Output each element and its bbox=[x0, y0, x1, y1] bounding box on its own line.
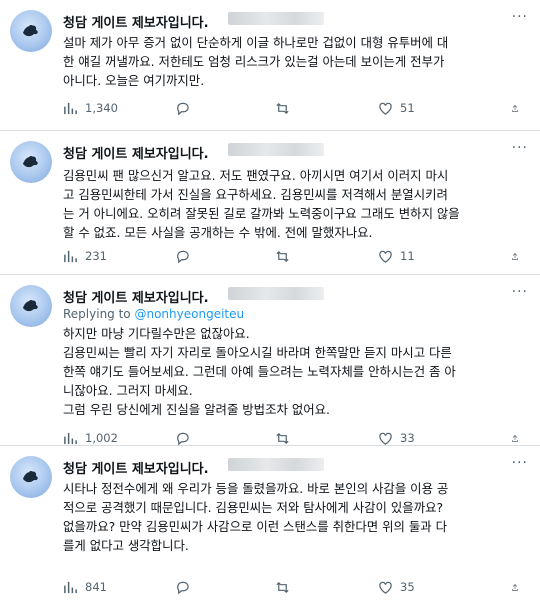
author-name[interactable]: 청담 게이트 제보자입니다. bbox=[63, 287, 209, 306]
author-name[interactable]: 청담 게이트 제보자입니다. bbox=[63, 12, 209, 31]
tweet-text-line: 한 얘길 꺼낼까요. 저한테도 엄청 리스크가 있는걸 아는데 보이는게 전부가 bbox=[63, 54, 445, 69]
author-name[interactable]: 청담 게이트 제보자입니다. bbox=[63, 143, 209, 162]
views-count: 841 bbox=[85, 580, 107, 594]
reply-icon bbox=[177, 432, 189, 445]
like-count: 51 bbox=[400, 101, 415, 115]
share-button[interactable] bbox=[511, 430, 526, 446]
reply-button[interactable] bbox=[175, 248, 197, 264]
reply-icon bbox=[177, 250, 189, 263]
retweet-button[interactable] bbox=[275, 579, 297, 595]
like-count: 11 bbox=[400, 249, 415, 263]
retweet-icon bbox=[276, 250, 289, 262]
more-options-icon[interactable]: ··· bbox=[512, 9, 528, 25]
tweet-text-line: 고 김용민씨한테 가서 진실을 요구하세요. 김용민씨를 저격해서 분열시키려 bbox=[63, 187, 448, 202]
reply-mention-link[interactable]: @nonhyeongeiteu bbox=[134, 307, 244, 321]
retweet-icon bbox=[276, 432, 289, 444]
tweet-text: 김용민씨 팬 많으신거 알고요. 저도 팬였구요. 아끼시면 여기서 이러지 마… bbox=[63, 166, 525, 242]
retweet-button[interactable] bbox=[275, 248, 297, 264]
share-button[interactable] bbox=[511, 248, 526, 264]
more-options-icon[interactable]: ··· bbox=[512, 455, 528, 471]
author-name[interactable]: 청담 게이트 제보자입니다. bbox=[63, 458, 209, 477]
avatar[interactable] bbox=[10, 285, 52, 327]
tweet-text-line: 할 수 없죠. 모든 사실을 공개하는 수 밖에. 전에 말했자나요. bbox=[63, 225, 373, 240]
tweet-text-line: 하지만 마냥 기다릴수만은 없잖아요. bbox=[63, 326, 250, 341]
heart-icon bbox=[379, 432, 392, 445]
author-handle-redacted bbox=[228, 287, 324, 300]
like-button[interactable]: 35 bbox=[378, 579, 415, 595]
views-button[interactable]: 231 bbox=[63, 248, 107, 264]
tweet-text: 시타나 정전수에게 왜 우리가 등을 돌렸을까요. 바로 본인의 사감을 이용 … bbox=[63, 479, 525, 555]
retweet-icon bbox=[276, 581, 289, 593]
views-icon bbox=[64, 102, 77, 114]
tweet[interactable]: 청담 게이트 제보자입니다. ··· 김용민씨 팬 많으신거 알고요. 저도 팬… bbox=[0, 131, 540, 274]
heart-icon bbox=[379, 102, 392, 115]
avatar[interactable] bbox=[10, 456, 52, 498]
share-button[interactable] bbox=[511, 100, 526, 116]
reply-button[interactable] bbox=[175, 100, 197, 116]
tweet-actions: 1,340 51 bbox=[63, 100, 533, 116]
tweet-text: 하지만 마냥 기다릴수만은 없잖아요. 김용민씨는 빨리 자기 자리로 돌아오시… bbox=[63, 324, 525, 419]
retweet-icon bbox=[276, 102, 289, 114]
replying-to: Replying to @nonhyeongeiteu bbox=[63, 307, 244, 321]
views-icon bbox=[64, 432, 77, 444]
tweet-text-line: 를게 없다고 생각합니다. bbox=[63, 538, 189, 553]
tweet[interactable]: 청담 게이트 제보자입니다. ··· 설마 제가 아무 증거 없이 단순하게 이… bbox=[0, 0, 540, 130]
author-handle-redacted bbox=[228, 12, 324, 25]
author-handle-redacted bbox=[228, 143, 324, 156]
like-button[interactable]: 51 bbox=[378, 100, 415, 116]
views-button[interactable]: 1,002 bbox=[63, 430, 118, 446]
tweet-text-line: 김용민씨는 빨리 자기 자리로 돌아오시길 바라며 한쪽말만 듣지 마시고 다른 bbox=[63, 345, 452, 360]
reply-button[interactable] bbox=[175, 430, 197, 446]
tweet-text-line: 없을까요? 만약 김용민씨가 사감으로 이런 스탠스를 취한다면 위의 둘과 다 bbox=[63, 519, 448, 534]
more-options-icon[interactable]: ··· bbox=[512, 284, 528, 300]
retweet-button[interactable] bbox=[275, 100, 297, 116]
tweet-text-line: 적으로 공격했기 때문입니다. 김용민씨는 저와 탐사에게 사감이 있을까요? bbox=[63, 500, 444, 515]
retweet-button[interactable] bbox=[275, 430, 297, 446]
heart-icon bbox=[379, 581, 392, 594]
tweet-text-line: 그럼 우린 당신에게 진실을 알려줄 방법조차 없어요. bbox=[63, 402, 330, 417]
views-count: 231 bbox=[85, 249, 107, 263]
avatar-figure-icon bbox=[23, 300, 38, 312]
like-button[interactable]: 33 bbox=[378, 430, 415, 446]
author-handle-redacted bbox=[228, 458, 324, 471]
tweet[interactable]: 청담 게이트 제보자입니다. ··· Replying to @nonhyeon… bbox=[0, 275, 540, 445]
tweet[interactable]: 청담 게이트 제보자입니다. ··· 시타나 정전수에게 왜 우리가 등을 돌렸… bbox=[0, 446, 540, 603]
tweet-text-line: 김용민씨 팬 많으신거 알고요. 저도 팬였구요. 아끼시면 여기서 이러지 마… bbox=[63, 168, 449, 183]
avatar-figure-icon bbox=[23, 471, 38, 483]
tweet-actions: 1,002 33 bbox=[63, 430, 533, 446]
tweet-actions: 231 11 bbox=[63, 248, 533, 264]
views-button[interactable]: 1,340 bbox=[63, 100, 118, 116]
views-button[interactable]: 841 bbox=[63, 579, 107, 595]
heart-icon bbox=[379, 250, 392, 263]
share-icon bbox=[512, 434, 518, 442]
more-options-icon[interactable]: ··· bbox=[512, 140, 528, 156]
views-count: 1,340 bbox=[85, 101, 118, 115]
views-icon bbox=[64, 581, 77, 593]
share-button[interactable] bbox=[511, 579, 526, 595]
avatar-figure-icon bbox=[23, 25, 38, 37]
avatar[interactable] bbox=[10, 10, 52, 52]
reply-icon bbox=[177, 581, 189, 594]
tweet-text-line: 설마 제가 아무 증거 없이 단순하게 이글 하나로만 겁없이 대형 유투버에 … bbox=[63, 35, 449, 50]
views-count: 1,002 bbox=[85, 431, 118, 445]
tweet-text-line: 니잖아요. 그러지 마세요. bbox=[63, 383, 193, 398]
reply-button[interactable] bbox=[175, 579, 197, 595]
tweet-text-line: 는 거 아니에요. 오히려 잘못된 길로 갈까봐 노력중이구요 그래도 변하지 … bbox=[63, 206, 460, 221]
tweet-text-line: 시타나 정전수에게 왜 우리가 등을 돌렸을까요. 바로 본인의 사감을 이용 … bbox=[63, 481, 449, 496]
like-button[interactable]: 11 bbox=[378, 248, 415, 264]
tweet-text-line: 아니다. 오늘은 여기까지만. bbox=[63, 73, 205, 88]
tweet-text: 설마 제가 아무 증거 없이 단순하게 이글 하나로만 겁없이 대형 유투버에 … bbox=[63, 33, 525, 90]
reply-icon bbox=[177, 102, 189, 115]
views-icon bbox=[64, 250, 77, 262]
share-icon bbox=[512, 583, 518, 591]
share-icon bbox=[512, 104, 518, 112]
share-icon bbox=[512, 252, 518, 260]
replying-to-label: Replying to bbox=[63, 307, 131, 321]
tweet-text-line: 한쪽 얘기도 들어보세요. 그런데 아예 들으려는 노력자체를 안하시는건 좀 … bbox=[63, 364, 456, 379]
tweet-actions: 841 35 bbox=[63, 579, 533, 595]
avatar-figure-icon bbox=[23, 156, 38, 168]
avatar[interactable] bbox=[10, 141, 52, 183]
like-count: 35 bbox=[400, 580, 415, 594]
like-count: 33 bbox=[400, 431, 415, 445]
